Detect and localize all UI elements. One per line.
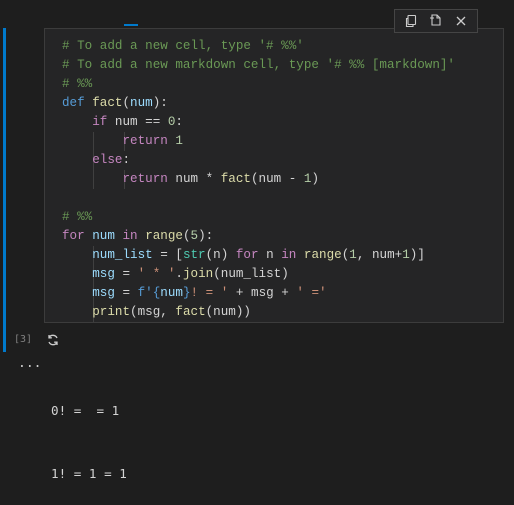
cell-output: 0! = = 1 1! = 1 = 1 bbox=[51, 358, 127, 505]
execution-count: [3] bbox=[14, 334, 33, 345]
output-line: 1! = 1 = 1 bbox=[51, 466, 127, 481]
active-cell-indicator bbox=[3, 28, 6, 352]
code-line[interactable]: # %% bbox=[62, 208, 455, 227]
code-line[interactable]: if num == 0: bbox=[62, 113, 455, 132]
code-line[interactable]: return num * fact(num - 1) bbox=[62, 170, 455, 189]
output-more-button[interactable]: ... bbox=[18, 356, 41, 371]
code-cell[interactable]: # To add a new cell, type '# %%' # To add… bbox=[44, 28, 504, 323]
code-line[interactable]: msg = ' * '.join(num_list) bbox=[62, 265, 455, 284]
code-line[interactable]: else: bbox=[62, 151, 455, 170]
running-spinner-icon bbox=[46, 332, 60, 351]
code-line[interactable]: def fact(num): bbox=[62, 94, 455, 113]
code-line[interactable]: print(msg, fact(num)) bbox=[62, 303, 455, 322]
code-line[interactable]: msg = f'{num}! = ' + msg + ' =' bbox=[62, 284, 455, 303]
close-icon[interactable] bbox=[451, 11, 471, 31]
code-line[interactable]: num_list = [str(n) for n in range(1, num… bbox=[62, 246, 455, 265]
code-line[interactable] bbox=[62, 189, 455, 208]
code-line[interactable]: # To add a new markdown cell, type '# %%… bbox=[62, 56, 455, 75]
cell-focus-indicator bbox=[124, 24, 138, 26]
code-editor[interactable]: # To add a new cell, type '# %%' # To add… bbox=[62, 37, 455, 322]
code-line[interactable]: return 1 bbox=[62, 132, 455, 151]
code-line[interactable]: # %% bbox=[62, 75, 455, 94]
split-cell-icon[interactable] bbox=[426, 11, 446, 31]
copy-icon[interactable] bbox=[401, 11, 421, 31]
code-line[interactable]: for num in range(5): bbox=[62, 227, 455, 246]
output-line: 0! = = 1 bbox=[51, 403, 120, 418]
code-line[interactable]: # To add a new cell, type '# %%' bbox=[62, 37, 455, 56]
cell-toolbar bbox=[394, 9, 478, 33]
